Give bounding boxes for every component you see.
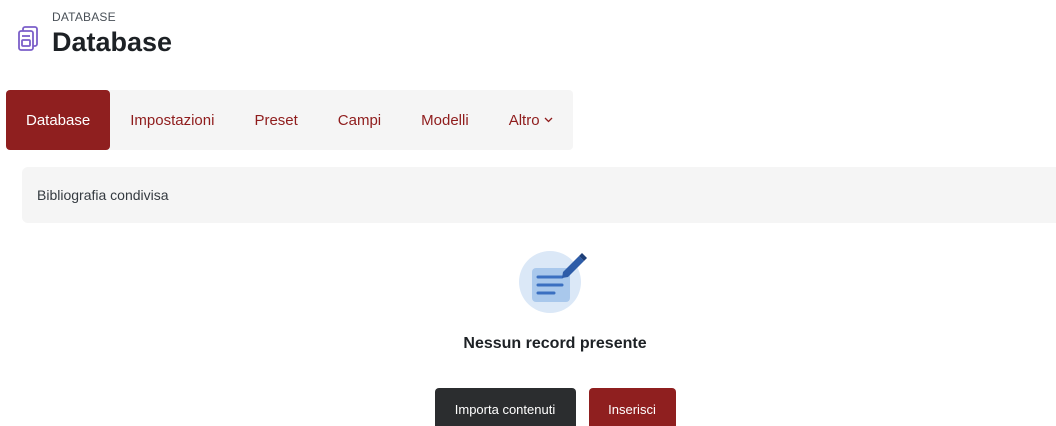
- tab-campi[interactable]: Campi: [318, 90, 401, 150]
- tab-label: Database: [26, 111, 91, 129]
- database-name: Bibliografia condivisa: [37, 187, 169, 203]
- tab-altro[interactable]: Altro: [489, 90, 573, 150]
- tab-label: Preset: [254, 111, 298, 129]
- secondary-navigation: Database Impostazioni Preset Campi Model…: [6, 90, 573, 150]
- tab-label: Impostazioni: [130, 111, 215, 129]
- tab-modelli[interactable]: Modelli: [401, 90, 489, 150]
- page-header: DATABASE Database: [18, 10, 172, 59]
- header-text: DATABASE Database: [52, 10, 172, 59]
- tab-label: Campi: [337, 111, 382, 129]
- page: DATABASE Database Database Impostazioni …: [0, 0, 1056, 426]
- tab-label: Modelli: [421, 111, 469, 129]
- edit-document-icon: [519, 251, 587, 313]
- database-icon: [18, 26, 38, 51]
- empty-state-title: Nessun record presente: [463, 335, 647, 352]
- page-title: Database: [52, 27, 173, 57]
- empty-state-actions: Importa contenuti Inserisci: [0, 388, 1056, 426]
- page-eyebrow: DATABASE: [52, 10, 116, 24]
- tab-database[interactable]: Database: [6, 90, 111, 150]
- insert-button[interactable]: Inserisci: [588, 388, 676, 426]
- import-button[interactable]: Importa contenuti: [434, 388, 576, 426]
- tab-label: Altro: [508, 111, 540, 129]
- chevron-down-icon: [544, 117, 552, 123]
- tab-preset[interactable]: Preset: [234, 90, 317, 150]
- tab-impostazioni[interactable]: Impostazioni: [110, 90, 234, 150]
- database-name-bar: Bibliografia condivisa: [22, 167, 1056, 223]
